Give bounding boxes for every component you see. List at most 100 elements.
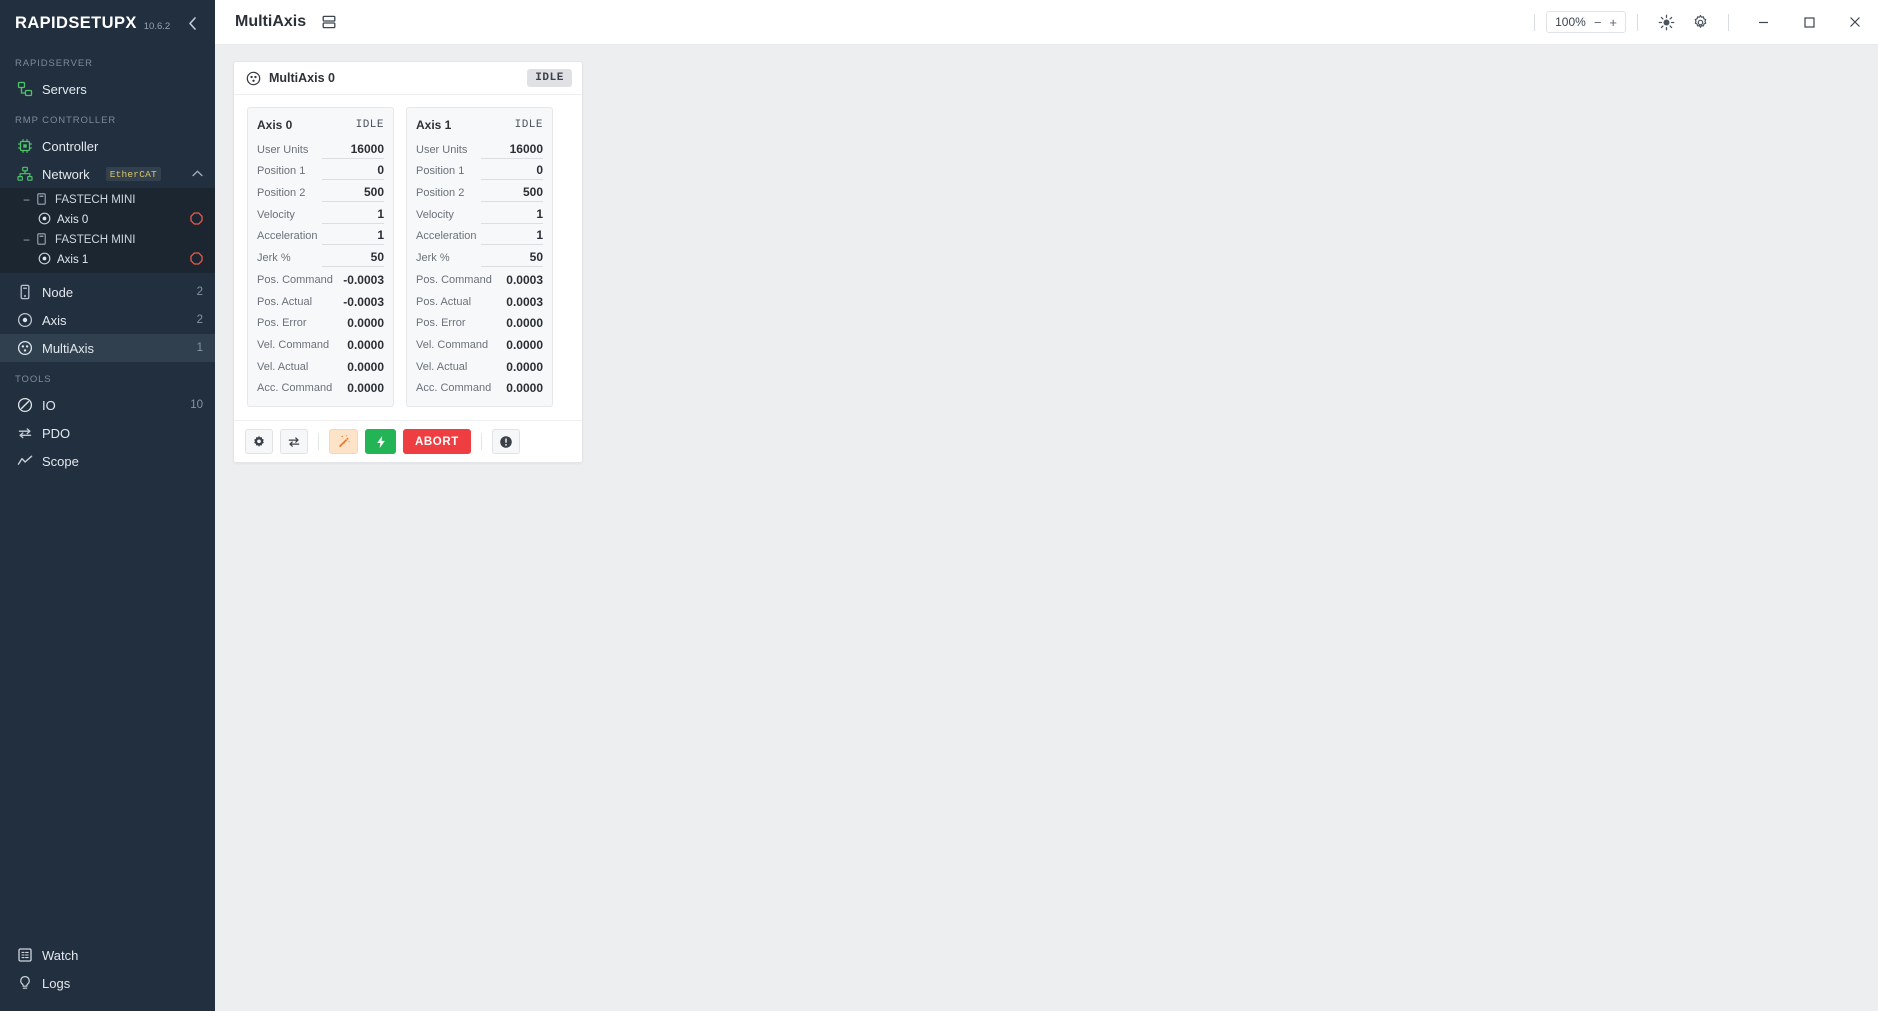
field-value[interactable]: 1 <box>481 207 543 224</box>
axis-card-1: Axis 1 IDLE User Units 16000 Position 10 … <box>406 107 553 408</box>
field-jerk-percent[interactable]: Jerk % 50 <box>257 245 384 268</box>
sidebar-item-count: 2 <box>196 314 203 326</box>
bulb-icon <box>16 975 33 992</box>
swap-button[interactable] <box>280 429 308 455</box>
window-close-button[interactable] <box>1832 0 1878 45</box>
field-value[interactable]: 1 <box>322 228 384 246</box>
panel-title: MultiAxis 0 <box>269 71 335 85</box>
stop-octagon-icon[interactable] <box>190 252 203 268</box>
collapse-toggle-icon[interactable]: − <box>22 233 31 247</box>
field-label: Pos. Actual <box>416 295 472 308</box>
field-value[interactable]: 16000 <box>322 142 384 159</box>
zoom-in-button[interactable]: + <box>1609 16 1617 29</box>
field-acceleration[interactable]: Acceleration 1 <box>416 224 543 246</box>
field-label: Velocity <box>257 208 295 221</box>
multiaxis-panel: MultiAxis 0 IDLE Axis 0 IDLE User Units 1… <box>233 61 583 464</box>
gear-icon <box>1694 14 1706 28</box>
field-label: Pos. Command <box>257 273 333 286</box>
field-velocity[interactable]: Velocity 1 <box>257 202 384 224</box>
split-layout-icon[interactable] <box>319 12 339 32</box>
zoom-control[interactable]: 100% − + <box>1546 11 1626 33</box>
network-device-tree: − FASTECH MINI Axis 0 − FASTECH MINI Axi… <box>0 188 215 273</box>
field-value: 0.0003 <box>506 294 543 309</box>
axis-icon <box>16 312 33 329</box>
theme-toggle-button[interactable] <box>1649 0 1683 45</box>
window-maximize-button[interactable] <box>1786 0 1832 45</box>
field-value: 0.0000 <box>506 359 543 374</box>
main-area: MultiAxis 100% − + MultiAxis 0 IDLE Axis… <box>215 0 1878 1011</box>
field-value[interactable]: 50 <box>481 250 543 268</box>
settings-button[interactable] <box>245 429 273 455</box>
field-value[interactable]: 500 <box>322 185 384 203</box>
field-value[interactable]: 1 <box>481 228 543 246</box>
section-label-rmp-controller: RMP CONTROLLER <box>15 115 117 126</box>
sidebar-item-watch[interactable]: Watch <box>0 941 215 969</box>
field-user-units[interactable]: User Units 16000 <box>257 137 384 159</box>
field-pos-command: Pos. Command -0.0003 <box>257 267 384 289</box>
collapse-toggle-icon[interactable]: − <box>22 193 31 207</box>
field-position-2[interactable]: Position 2 500 <box>416 180 543 203</box>
tree-node-device[interactable]: − FASTECH MINI <box>0 190 215 210</box>
sidebar-item-count: 1 <box>196 342 203 354</box>
sidebar-item-controller[interactable]: Controller <box>0 132 215 160</box>
field-value[interactable]: 500 <box>481 185 543 203</box>
field-acceleration[interactable]: Acceleration 1 <box>257 224 384 246</box>
sidebar-item-io[interactable]: IO 10 <box>0 391 215 419</box>
swap-arrows-icon <box>288 437 300 447</box>
field-value[interactable]: 16000 <box>481 142 543 159</box>
axis-card-header: Axis 0 IDLE <box>257 115 384 134</box>
sidebar-collapse-button[interactable] <box>181 12 203 34</box>
field-value: 0.0003 <box>506 272 543 287</box>
field-label: User Units <box>257 143 309 156</box>
field-value: -0.0003 <box>343 272 384 287</box>
info-icon <box>500 435 512 448</box>
info-button[interactable] <box>491 429 520 455</box>
field-velocity[interactable]: Velocity 1 <box>416 202 543 224</box>
field-label: Position 1 <box>257 165 306 178</box>
sidebar-item-logs[interactable]: Logs <box>0 969 215 997</box>
field-value[interactable]: 50 <box>322 250 384 268</box>
window-minimize-button[interactable] <box>1740 0 1786 45</box>
stop-octagon-icon[interactable] <box>190 212 203 228</box>
tree-leaf-axis-1[interactable]: Axis 1 <box>0 250 215 270</box>
field-user-units[interactable]: User Units 16000 <box>416 137 543 159</box>
enable-button[interactable] <box>365 429 396 455</box>
field-value[interactable]: 0 <box>481 163 543 181</box>
field-value[interactable]: 1 <box>322 207 384 224</box>
sidebar-item-scope[interactable]: Scope <box>0 447 215 475</box>
field-pos-actual: Pos. Actual 0.0003 <box>416 289 543 311</box>
zoom-out-button[interactable]: − <box>1594 16 1602 29</box>
field-position-1[interactable]: Position 1 0 <box>257 159 384 181</box>
field-label: Vel. Command <box>416 338 489 351</box>
io-icon <box>16 397 33 414</box>
settings-button[interactable] <box>1683 0 1717 45</box>
axis-icon <box>38 212 51 228</box>
separator <box>1534 13 1536 31</box>
content-canvas: MultiAxis 0 IDLE Axis 0 IDLE User Units 1… <box>215 45 1878 1011</box>
tree-leaf-axis-0[interactable]: Axis 0 <box>0 210 215 230</box>
tree-node-label: FASTECH MINI <box>55 194 136 206</box>
field-label: Acceleration <box>416 230 477 243</box>
sidebar-item-network[interactable]: Network EtherCAT <box>0 160 215 188</box>
sidebar-item-multiaxis[interactable]: MultiAxis 1 <box>0 334 215 362</box>
sidebar-item-axis[interactable]: Axis 2 <box>0 306 215 334</box>
chevron-left-icon <box>188 16 196 30</box>
tree-node-label: FASTECH MINI <box>55 234 136 246</box>
field-value[interactable]: 0 <box>322 163 384 181</box>
field-label: Vel. Actual <box>416 360 468 373</box>
device-icon <box>37 232 49 248</box>
tree-node-device[interactable]: − FASTECH MINI <box>0 230 215 250</box>
section-label-rapidserver: RAPIDSERVER <box>15 58 93 69</box>
field-value: 0.0000 <box>506 316 543 331</box>
sidebar-item-node[interactable]: Node 2 <box>0 278 215 306</box>
magic-wand-button[interactable] <box>329 429 358 455</box>
field-position-1[interactable]: Position 1 0 <box>416 159 543 181</box>
separator <box>480 433 482 451</box>
abort-button[interactable]: ABORT <box>403 429 471 455</box>
field-jerk-percent[interactable]: Jerk % 50 <box>416 245 543 268</box>
sidebar-item-pdo[interactable]: PDO <box>0 419 215 447</box>
chevron-up-icon[interactable] <box>192 168 203 180</box>
sidebar-item-servers[interactable]: Servers <box>0 75 215 103</box>
axis-status: IDLE <box>514 118 543 131</box>
field-position-2[interactable]: Position 2 500 <box>257 180 384 203</box>
